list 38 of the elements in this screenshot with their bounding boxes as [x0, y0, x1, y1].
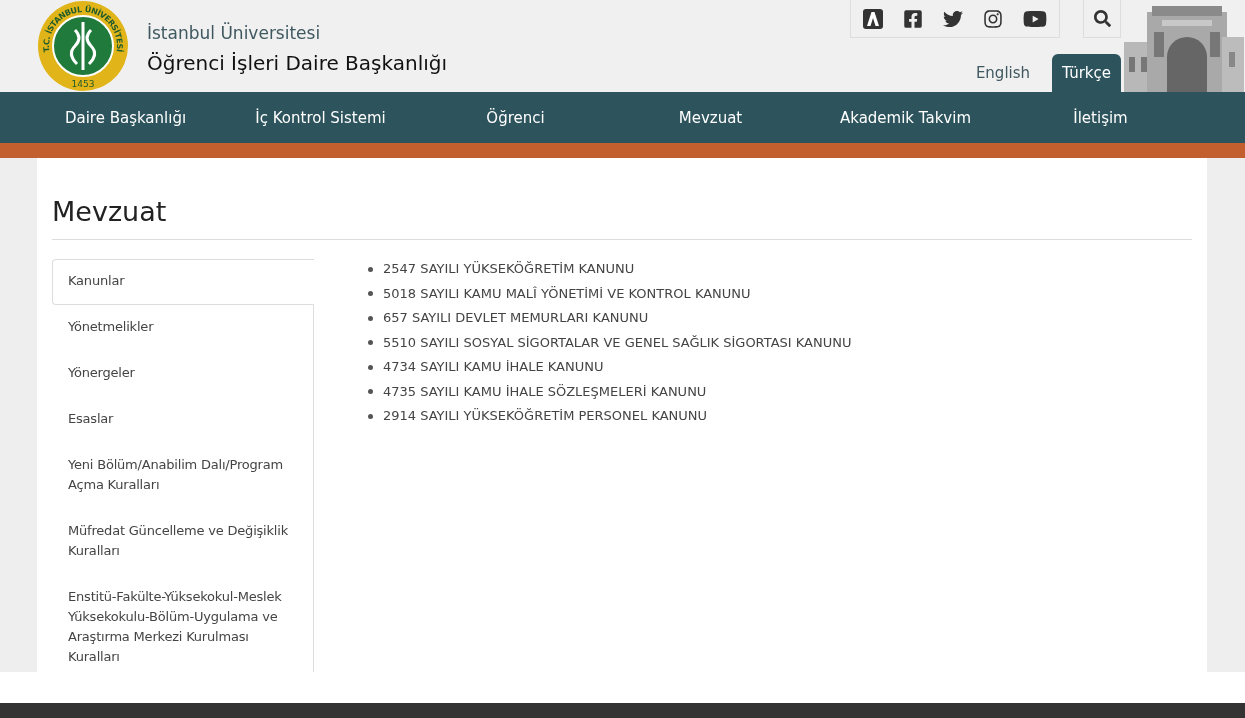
bullet-icon: [368, 315, 373, 321]
language-tab[interactable]: Türkçe: [1052, 54, 1121, 92]
law-link[interactable]: 2914 SAYILI YÜKSEKÖĞRETİM PERSONEL KANUNU: [383, 406, 708, 426]
language-tab[interactable]: English: [965, 54, 1041, 92]
law-link[interactable]: 4735 SAYILI KAMU İHALE SÖZLEŞMELERİ KANUNU: [383, 381, 707, 402]
bullet-icon: [368, 266, 373, 272]
twitter-icon[interactable]: [943, 8, 963, 29]
nav-link[interactable]: Daire Başkanlığı: [28, 92, 223, 143]
bullet-icon: [368, 364, 373, 370]
sidebar-item[interactable]: Yönergeler: [52, 351, 313, 397]
nav-link[interactable]: Öğrenci: [418, 92, 613, 143]
law-link[interactable]: 2547 SAYILI YÜKSEKÖĞRETİM KANUNU: [383, 259, 635, 279]
bullet-icon: [368, 291, 373, 296]
nav-link[interactable]: Mevzuat: [613, 92, 808, 143]
sidebar-item[interactable]: Müfredat Güncelleme ve Değişiklik Kuralları: [52, 509, 313, 575]
law-link[interactable]: 5510 SAYILI SOSYAL SİGORTALAR VE GENEL SAĞLIK SİGORTASI KANUNU: [383, 332, 852, 353]
law-link[interactable]: 657 SAYILI DEVLET MEMURLARI KANUNU: [383, 308, 649, 328]
university-name: İstanbul Üniversitesi: [147, 23, 322, 43]
sidebar-item[interactable]: Esaslar: [52, 397, 313, 443]
sidebar-item[interactable]: Yönetmelikler: [52, 305, 313, 351]
law-link[interactable]: 5018 SAYILI KAMU MALÎ YÖNETİMİ VE KONTROL KANUNU: [383, 283, 751, 304]
instagram-icon[interactable]: [983, 8, 1003, 29]
bullet-icon: [368, 389, 373, 394]
page-title: Mevzuat: [52, 196, 1192, 240]
a-logo-icon[interactable]: [863, 8, 883, 29]
department-title: Öğrenci İşleri Daire Başkanlığı: [147, 51, 447, 75]
nav-link[interactable]: İletişim: [1003, 92, 1198, 143]
sidebar-item[interactable]: Yeni Bölüm/Anabilim Dalı/Program Açma Kuralları: [52, 443, 313, 509]
search-icon: [1093, 10, 1111, 27]
nav-link[interactable]: Akademik Takvim: [808, 92, 1003, 143]
facebook-icon[interactable]: [903, 8, 923, 29]
bullet-icon: [368, 340, 373, 345]
sidebar-item[interactable]: Enstitü-Fakülte-Yüksekokul-Meslek Yüksekokulu-Bölüm-Uygulama ve Araştırma Merkezi Kurulması Kuralları: [52, 575, 313, 681]
bullet-icon: [368, 413, 373, 419]
nav-link[interactable]: İç Kontrol Sistemi: [223, 92, 418, 143]
sidebar-item[interactable]: Kanunlar: [52, 259, 314, 305]
search-button[interactable]: [1083, 0, 1121, 38]
law-link[interactable]: 4734 SAYILI KAMU İHALE KANUNU: [383, 357, 604, 377]
